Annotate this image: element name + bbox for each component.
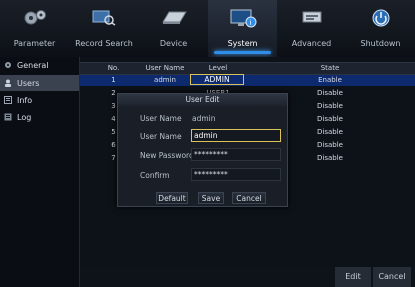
table-row[interactable]: 1 admin ADMIN Enable (80, 74, 415, 86)
device-disk-icon (160, 8, 188, 30)
user-icon (4, 79, 12, 87)
table-header: No. User Name Level State (80, 62, 415, 75)
sidebar-item-label: Info (17, 95, 33, 105)
dialog-title: User Edit (118, 94, 287, 106)
cell-state: Disable (317, 128, 343, 136)
nav-record-search[interactable]: Record Search (69, 0, 139, 57)
sidebar-item-label: Log (17, 112, 32, 122)
column-header-no: No. (107, 64, 120, 72)
default-button[interactable]: Default (156, 192, 188, 204)
system-monitor-icon: i (228, 8, 258, 32)
dialog-cancel-button[interactable]: Cancel (232, 192, 266, 204)
nav-system[interactable]: i System (208, 0, 277, 57)
sidebar-item-label: General (17, 60, 49, 70)
nav-label: Advanced (291, 39, 332, 48)
username-input[interactable]: admin (191, 129, 281, 142)
cell-state: Disable (317, 102, 343, 110)
column-header-level: Level (208, 64, 228, 72)
edit-button[interactable]: Edit (335, 267, 371, 287)
nav-shutdown[interactable]: Shutdown (346, 0, 415, 57)
username-value: admin (192, 114, 216, 123)
confirm-password-label: Confirm (140, 171, 170, 180)
nav-parameter[interactable]: Parameter (0, 0, 69, 57)
cell-level[interactable]: ADMIN (190, 74, 244, 85)
sidebar-item-general[interactable]: General (0, 57, 79, 73)
nav-advanced[interactable]: Advanced (277, 0, 346, 57)
shutdown-icon (370, 8, 392, 32)
cancel-button[interactable]: Cancel (373, 267, 411, 287)
nav-label: Record Search (75, 39, 133, 48)
cell-no: 1 (111, 76, 116, 84)
sidebar-item-users[interactable]: Users (0, 75, 79, 91)
nav-label: System (227, 39, 258, 48)
user-edit-dialog: User Edit User Name admin User Name admi… (117, 93, 288, 207)
cell-state: Disable (317, 115, 343, 123)
top-navigation: Parameter Record Search Device i System … (0, 0, 415, 58)
cell-username: admin (154, 76, 176, 84)
cell-state: Disable (317, 154, 343, 162)
sidebar-item-info[interactable]: Info (0, 92, 79, 108)
confirm-password-field[interactable]: ********* (191, 168, 281, 181)
gear-icon (4, 61, 12, 69)
svg-text:i: i (249, 19, 251, 27)
active-indicator (214, 51, 271, 54)
new-password-field[interactable]: ********* (191, 148, 281, 161)
info-icon (4, 96, 12, 104)
username-label: User Name (140, 114, 182, 123)
sidebar-item-log[interactable]: Log (0, 109, 79, 125)
bottom-action-bar: Edit Cancel (80, 267, 415, 287)
nav-device[interactable]: Device (139, 0, 208, 57)
column-header-state: State (320, 64, 340, 72)
cell-state: Enable (318, 76, 342, 84)
save-button[interactable]: Save (198, 192, 224, 204)
sidebar-item-label: Users (17, 78, 40, 88)
cell-state: Disable (317, 141, 343, 149)
nav-label: Parameter (13, 39, 56, 48)
nav-label: Shutdown (360, 39, 401, 48)
gears-icon (22, 8, 48, 30)
sidebar: General Users Info Log (0, 57, 80, 287)
log-icon (4, 113, 12, 121)
cell-state: Disable (317, 89, 343, 97)
new-password-label: New Password (140, 151, 194, 160)
record-search-icon (91, 8, 117, 30)
column-header-username: User Name (145, 64, 185, 72)
nav-label: Device (159, 39, 188, 48)
advanced-icon (299, 8, 325, 30)
new-username-label: User Name (140, 132, 182, 141)
